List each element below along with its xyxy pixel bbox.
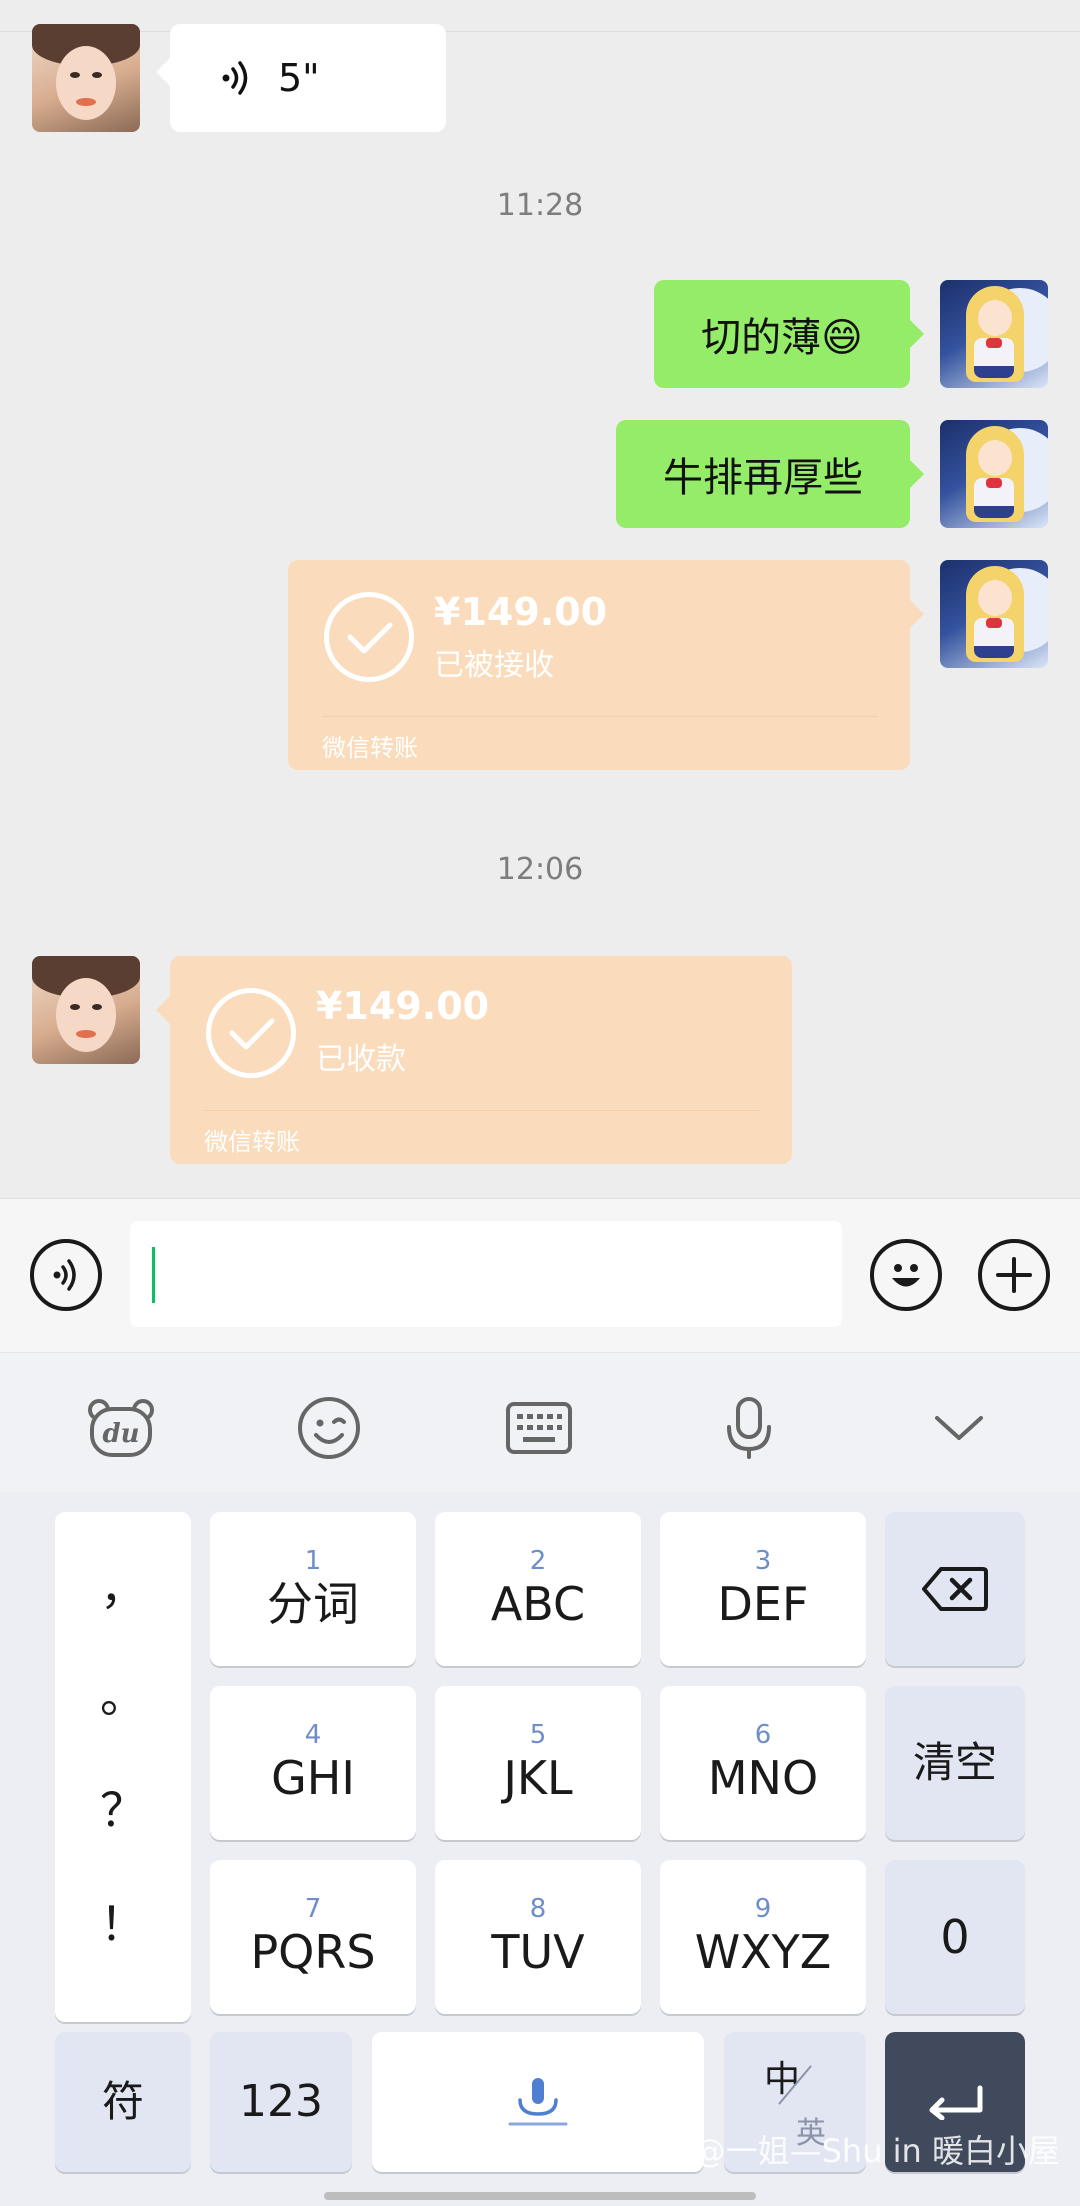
key-3[interactable]: 3 DEF xyxy=(660,1512,866,1666)
keyboard-icon[interactable] xyxy=(504,1393,574,1463)
voice-input-button[interactable] xyxy=(30,1239,102,1311)
key-4[interactable]: 4 GHI xyxy=(210,1686,416,1840)
key-6[interactable]: 6 MNO xyxy=(660,1686,866,1840)
keyboard-toolbar: du xyxy=(0,1352,1080,1492)
contact-avatar[interactable] xyxy=(32,24,140,132)
timestamp: 12:06 xyxy=(496,852,584,887)
voice-duration: 5" xyxy=(278,56,320,100)
key-number: 5 xyxy=(529,1720,547,1750)
transfer-amount: ¥149.00 xyxy=(316,984,490,1028)
key-label: MNO xyxy=(707,1751,819,1805)
transfer-amount: ¥149.00 xyxy=(434,590,608,634)
key-label: TUV xyxy=(491,1925,585,1979)
key-number: 8 xyxy=(529,1894,547,1924)
plus-icon xyxy=(996,1257,1032,1293)
key-number: 6 xyxy=(754,1720,772,1750)
transfer-brand: 微信转账 xyxy=(204,1128,300,1156)
number-mode-key[interactable]: 123 xyxy=(210,2032,352,2172)
space-mic-icon xyxy=(508,2078,568,2126)
contact-avatar[interactable] xyxy=(32,956,140,1064)
key-label: 0 xyxy=(940,1910,970,1964)
key-7[interactable]: 7 PQRS xyxy=(210,1860,416,2014)
enter-arrow-icon xyxy=(929,2085,983,2120)
my-avatar[interactable] xyxy=(940,280,1048,388)
key-label: 清空 xyxy=(912,1738,997,1787)
smiley-icon xyxy=(892,1264,920,1287)
symbol-key[interactable]: 符 xyxy=(55,2032,191,2172)
punctuation-column[interactable]: ， 。 ？ ！ xyxy=(55,1512,191,2022)
key-9[interactable]: 9 WXYZ xyxy=(660,1860,866,2014)
card-divider xyxy=(204,1110,760,1111)
microphone-icon[interactable] xyxy=(714,1393,784,1463)
t9-keyboard: ， 。 ？ ！ 1 分词 2 ABC 3 DEF 4 GHI 5 JKL 6 M… xyxy=(0,1492,1080,2206)
key-1[interactable]: 1 分词 xyxy=(210,1512,416,1666)
message-input-bar xyxy=(0,1198,1080,1352)
key-number: 4 xyxy=(304,1720,322,1750)
sent-message-bubble[interactable]: 牛排再厚些 xyxy=(616,420,924,528)
chevron-down-icon[interactable] xyxy=(924,1393,994,1463)
emoji-button[interactable] xyxy=(870,1239,942,1311)
voice-message-bubble[interactable]: 5" xyxy=(156,24,446,132)
punct-key-comma[interactable]: ， xyxy=(55,1552,191,1618)
key-number: 3 xyxy=(754,1546,772,1576)
key-2[interactable]: 2 ABC xyxy=(435,1512,641,1666)
card-divider xyxy=(322,716,878,717)
key-label: 符 xyxy=(101,2077,144,2126)
check-circle-icon xyxy=(206,988,296,1078)
punct-key-period[interactable]: 。 xyxy=(55,1660,191,1726)
svg-text:du: du xyxy=(102,1419,139,1449)
home-indicator[interactable] xyxy=(324,2192,756,2200)
more-actions-button[interactable] xyxy=(978,1239,1050,1311)
my-avatar[interactable] xyxy=(940,420,1048,528)
timestamp: 11:28 xyxy=(496,188,584,223)
message-text-input[interactable] xyxy=(130,1221,842,1327)
transfer-status: 已收款 xyxy=(316,1042,406,1077)
key-label: ABC xyxy=(490,1577,586,1631)
sent-message-bubble[interactable]: 切的薄😄 xyxy=(654,280,924,388)
chat-area: 5" 11:28 切的薄😄 牛排再厚些 ¥149.00 已被接收 微信转账 12… xyxy=(0,0,1080,1198)
emoji-face-icon[interactable] xyxy=(294,1393,364,1463)
message-text: 切的薄😄 xyxy=(701,315,863,361)
backspace-icon xyxy=(922,1567,988,1611)
key-number: 1 xyxy=(304,1546,322,1576)
transfer-sent-card[interactable]: ¥149.00 已被接收 微信转账 xyxy=(288,560,924,770)
backspace-key[interactable] xyxy=(885,1512,1025,1666)
transfer-status: 已被接收 xyxy=(434,648,554,683)
transfer-brand: 微信转账 xyxy=(322,734,418,762)
clear-key[interactable]: 清空 xyxy=(885,1686,1025,1840)
key-label: JKL xyxy=(503,1751,573,1805)
key-label: GHI xyxy=(271,1751,355,1805)
voice-wave-icon xyxy=(53,1259,76,1291)
key-label: PQRS xyxy=(250,1925,376,1979)
voice-wave-icon xyxy=(222,61,248,95)
du-icon[interactable]: du xyxy=(86,1393,156,1463)
lang-primary: 中 xyxy=(764,2059,801,2100)
check-circle-icon xyxy=(324,592,414,682)
key-8[interactable]: 8 TUV xyxy=(435,1860,641,2014)
punct-key-question[interactable]: ？ xyxy=(55,1774,191,1840)
transfer-received-card[interactable]: ¥149.00 已收款 微信转账 xyxy=(156,956,792,1164)
message-text: 牛排再厚些 xyxy=(663,455,863,501)
punct-key-exclaim[interactable]: ！ xyxy=(55,1888,191,1954)
top-divider xyxy=(0,31,1080,32)
key-label: DEF xyxy=(717,1577,809,1631)
space-key[interactable] xyxy=(372,2032,704,2172)
my-avatar[interactable] xyxy=(940,560,1048,668)
watermark: @一姐—Shu in 暖白小屋 xyxy=(693,2132,1060,2170)
key-number: 9 xyxy=(754,1894,772,1924)
key-label: 分词 xyxy=(267,1577,359,1631)
key-number: 2 xyxy=(529,1546,547,1576)
key-label: WXYZ xyxy=(694,1925,832,1979)
text-caret xyxy=(152,1247,155,1303)
key-number: 7 xyxy=(304,1894,322,1924)
key-label: 123 xyxy=(239,2076,323,2127)
key-0[interactable]: 0 xyxy=(885,1860,1025,2014)
key-5[interactable]: 5 JKL xyxy=(435,1686,641,1840)
